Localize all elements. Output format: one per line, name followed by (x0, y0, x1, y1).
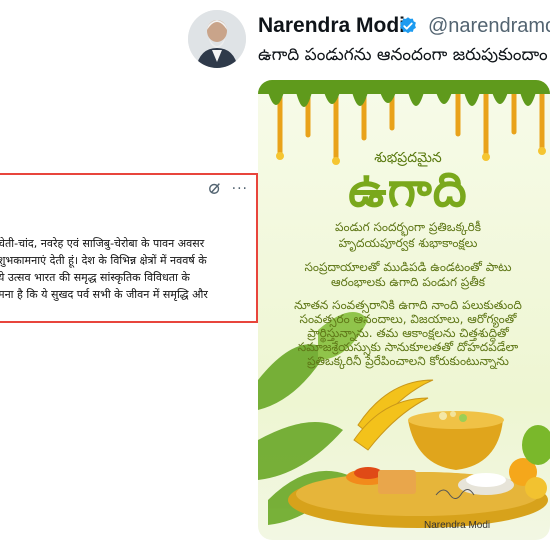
greeting-line: ఆరంభాలకు ఉగాది పండుగ ప్రతీక (331, 275, 485, 289)
tweet-text: ఉగాది పండుగను ఆనందంగా జరుపుకుందాం (258, 45, 548, 65)
grok-icon[interactable] (208, 181, 222, 195)
greeting-line: హృదయపూర్వక శుభాకాంక్షలు (338, 236, 478, 250)
author-handle[interactable]: @narendramodi (428, 15, 550, 38)
greeting-line: ప్రతిఒక్కరినీ ప్రేరేపించాలని కోరుకుంటున్… (307, 354, 509, 368)
verified-badge-icon (400, 17, 416, 34)
more-options-icon[interactable]: ··· (232, 181, 248, 197)
greeting-line: పండుగ సందర్భంగా ప్రతిఒక్కరికీ (334, 220, 482, 234)
hindi-post-line: शुभकामनाएं देती हूं। देश के विभिन्न क्षे… (0, 254, 207, 267)
ugadi-greeting-image[interactable]: శుభప్రదమైన ఉగాది పండుగ సందర్భంగా ప్రతిఒక… (258, 80, 550, 540)
hindi-post-card[interactable]: ··· चेती-चांद, नवरेह एवं साजिबु-चेरोबा क… (0, 173, 258, 323)
hindi-post-line: ये उत्सव भारत की समृद्ध सांस्कृतिक विविध… (0, 271, 190, 284)
hindi-post-text: चेती-चांद, नवरेह एवं साजिबु-चेरोबा के पा… (0, 235, 298, 303)
avatar[interactable] (188, 10, 246, 68)
author-name[interactable]: Narendra Modi (258, 14, 405, 38)
hindi-post-line: मना है कि ये सुखद पर्व सभी के जीवन में स… (0, 288, 208, 301)
greeting-signature: Narendra Modi (424, 520, 491, 531)
hindi-post-line: चेती-चांद, नवरेह एवं साजिबु-चेरोबा के पा… (0, 237, 205, 250)
